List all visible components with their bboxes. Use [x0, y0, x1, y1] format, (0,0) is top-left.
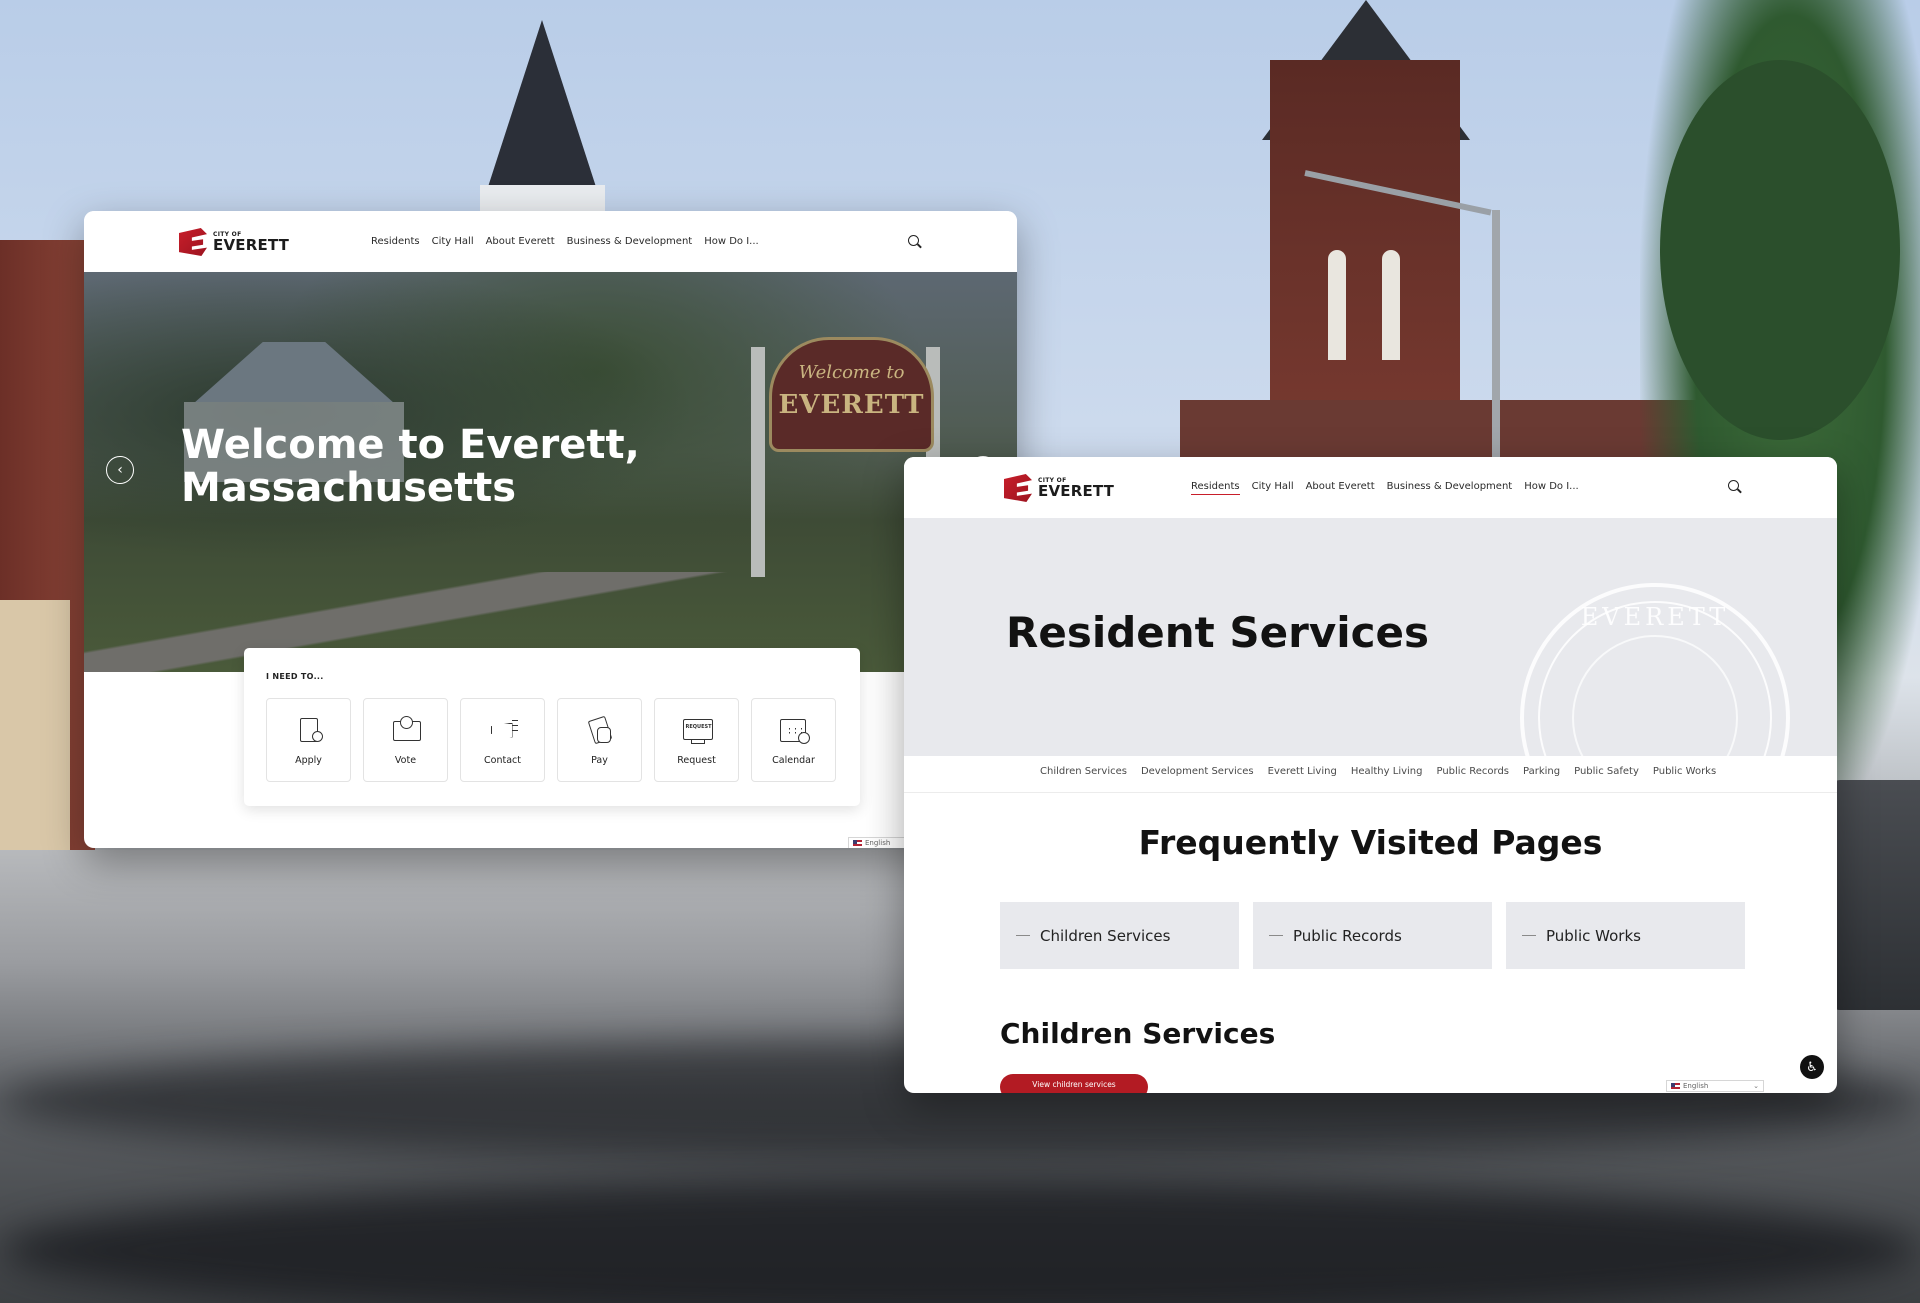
welcome-sign: Welcome to EVERETT [769, 337, 934, 452]
parked-car [1830, 780, 1920, 1010]
frequent-page-card[interactable]: Children Services [1000, 902, 1239, 969]
subnav-public-works[interactable]: Public Works [1653, 766, 1716, 777]
chevron-left-icon: ‹ [117, 462, 123, 478]
i-need-to-label: I NEED TO... [266, 672, 324, 681]
nav-how-do-i[interactable]: How Do I... [1524, 481, 1578, 495]
subnav-parking[interactable]: Parking [1523, 766, 1560, 777]
everett-logo-icon [179, 228, 207, 256]
subnav-public-safety[interactable]: Public Safety [1574, 766, 1639, 777]
chevron-down-icon: ⌄ [1753, 1082, 1759, 1090]
action-calendar[interactable]: Calendar [751, 698, 836, 782]
divider [904, 792, 1837, 793]
city-logo[interactable]: CITY OF EVERETT [179, 228, 289, 256]
frequent-page-card[interactable]: Public Works [1506, 902, 1745, 969]
calendar-icon [779, 715, 810, 745]
search-icon[interactable] [1728, 480, 1742, 494]
logo-name: EVERETT [213, 235, 290, 254]
us-flag-icon [853, 840, 862, 846]
hero-title: Welcome to Everett, Massachusetts [181, 422, 640, 511]
frequent-page-label: Children Services [1040, 926, 1171, 945]
language-value: English [1683, 1082, 1709, 1090]
church-window [1382, 250, 1400, 360]
gazebo-roof [195, 342, 393, 402]
nav-city-hall[interactable]: City Hall [1252, 481, 1294, 495]
action-label: Vote [394, 754, 417, 766]
quick-actions: Apply Vote Contact Pay REQUEST Request C… [266, 698, 836, 782]
sign-post [751, 347, 765, 577]
action-label: Request [677, 754, 716, 766]
accessibility-button[interactable]: ♿ [1800, 1055, 1824, 1079]
frequently-visited-title: Frequently Visited Pages [1138, 823, 1603, 862]
page-hero: Resident Services EVERETT [904, 518, 1837, 756]
subnav-public-records[interactable]: Public Records [1436, 766, 1509, 777]
us-flag-icon [1671, 1083, 1680, 1089]
nav-city-hall[interactable]: City Hall [432, 236, 474, 247]
header: CITY OF EVERETT Residents City Hall Abou… [904, 457, 1837, 518]
action-vote[interactable]: Vote [363, 698, 448, 782]
section-title: Children Services [1000, 1017, 1276, 1050]
city-logo[interactable]: CITY OF EVERETT [1004, 474, 1114, 502]
left-storefront [0, 600, 70, 860]
left-spire [487, 20, 597, 190]
nav-business-development[interactable]: Business & Development [567, 236, 693, 247]
language-value: English [865, 839, 891, 847]
subnav-healthy-living[interactable]: Healthy Living [1351, 766, 1423, 777]
sign-text-welcome: Welcome to [798, 362, 905, 383]
main-nav: Residents City Hall About Everett Busine… [371, 236, 759, 247]
sign-text-everett: EVERETT [778, 390, 925, 420]
hero-slider: Welcome to EVERETT Welcome to Everett, M… [84, 272, 1017, 672]
frequently-visited-list: Children Services Public Records Public … [1000, 902, 1745, 969]
nav-about-everett[interactable]: About Everett [1306, 481, 1375, 495]
action-contact[interactable]: Contact [460, 698, 545, 782]
view-children-services-button[interactable]: View children services [1000, 1074, 1148, 1093]
page-title: Resident Services [1006, 608, 1429, 657]
action-label: Pay [591, 754, 608, 766]
accessibility-icon: ♿ [1806, 1059, 1818, 1075]
action-pay[interactable]: Pay [557, 698, 642, 782]
main-nav: Residents City Hall About Everett Busine… [1191, 481, 1579, 495]
action-label: Apply [295, 754, 322, 766]
slider-prev-button[interactable]: ‹ [106, 456, 134, 484]
request-icon-text: REQUEST [685, 723, 712, 730]
pay-hand-icon [585, 715, 615, 745]
tree-canopy [1660, 60, 1900, 440]
subnav-development-services[interactable]: Development Services [1141, 766, 1254, 777]
apply-clipboard-icon [294, 715, 324, 745]
action-apply[interactable]: Apply [266, 698, 351, 782]
nav-how-do-i[interactable]: How Do I... [704, 236, 758, 247]
search-icon[interactable] [908, 235, 922, 249]
sub-nav: Children Services Development Services E… [1040, 766, 1716, 777]
action-request[interactable]: REQUEST Request [654, 698, 739, 782]
church-window [1328, 250, 1346, 360]
dash-icon [1522, 935, 1536, 936]
homepage-window: CITY OF EVERETT Residents City Hall Abou… [84, 211, 1017, 848]
language-select[interactable]: English ⌄ [1666, 1080, 1764, 1092]
logo-name: EVERETT [1038, 481, 1115, 500]
frequent-page-label: Public Works [1546, 926, 1641, 945]
megaphone-icon [488, 715, 518, 745]
nav-about-everett[interactable]: About Everett [486, 236, 555, 247]
header: CITY OF EVERETT Residents City Hall Abou… [84, 211, 1017, 272]
nav-residents[interactable]: Residents [371, 236, 420, 247]
frequent-page-card[interactable]: Public Records [1253, 902, 1492, 969]
nav-business-development[interactable]: Business & Development [1387, 481, 1513, 495]
resident-services-window: CITY OF EVERETT Residents City Hall Abou… [904, 457, 1837, 1093]
vote-ballot-icon [391, 715, 421, 745]
subnav-everett-living[interactable]: Everett Living [1268, 766, 1337, 777]
action-label: Calendar [772, 754, 815, 766]
street-lamp-pole [1492, 210, 1500, 470]
frequent-page-label: Public Records [1293, 926, 1402, 945]
i-need-to-panel: I NEED TO... Apply Vote Contact Pay REQU… [244, 648, 860, 806]
dash-icon [1269, 935, 1283, 936]
action-label: Contact [484, 754, 521, 766]
request-monitor-icon: REQUEST [682, 715, 713, 745]
dash-icon [1016, 935, 1030, 936]
subnav-children-services[interactable]: Children Services [1040, 766, 1127, 777]
city-seal-watermark: EVERETT [1520, 583, 1790, 756]
seal-text: EVERETT [1580, 603, 1730, 631]
nav-residents[interactable]: Residents [1191, 481, 1240, 495]
everett-logo-icon [1004, 474, 1032, 502]
